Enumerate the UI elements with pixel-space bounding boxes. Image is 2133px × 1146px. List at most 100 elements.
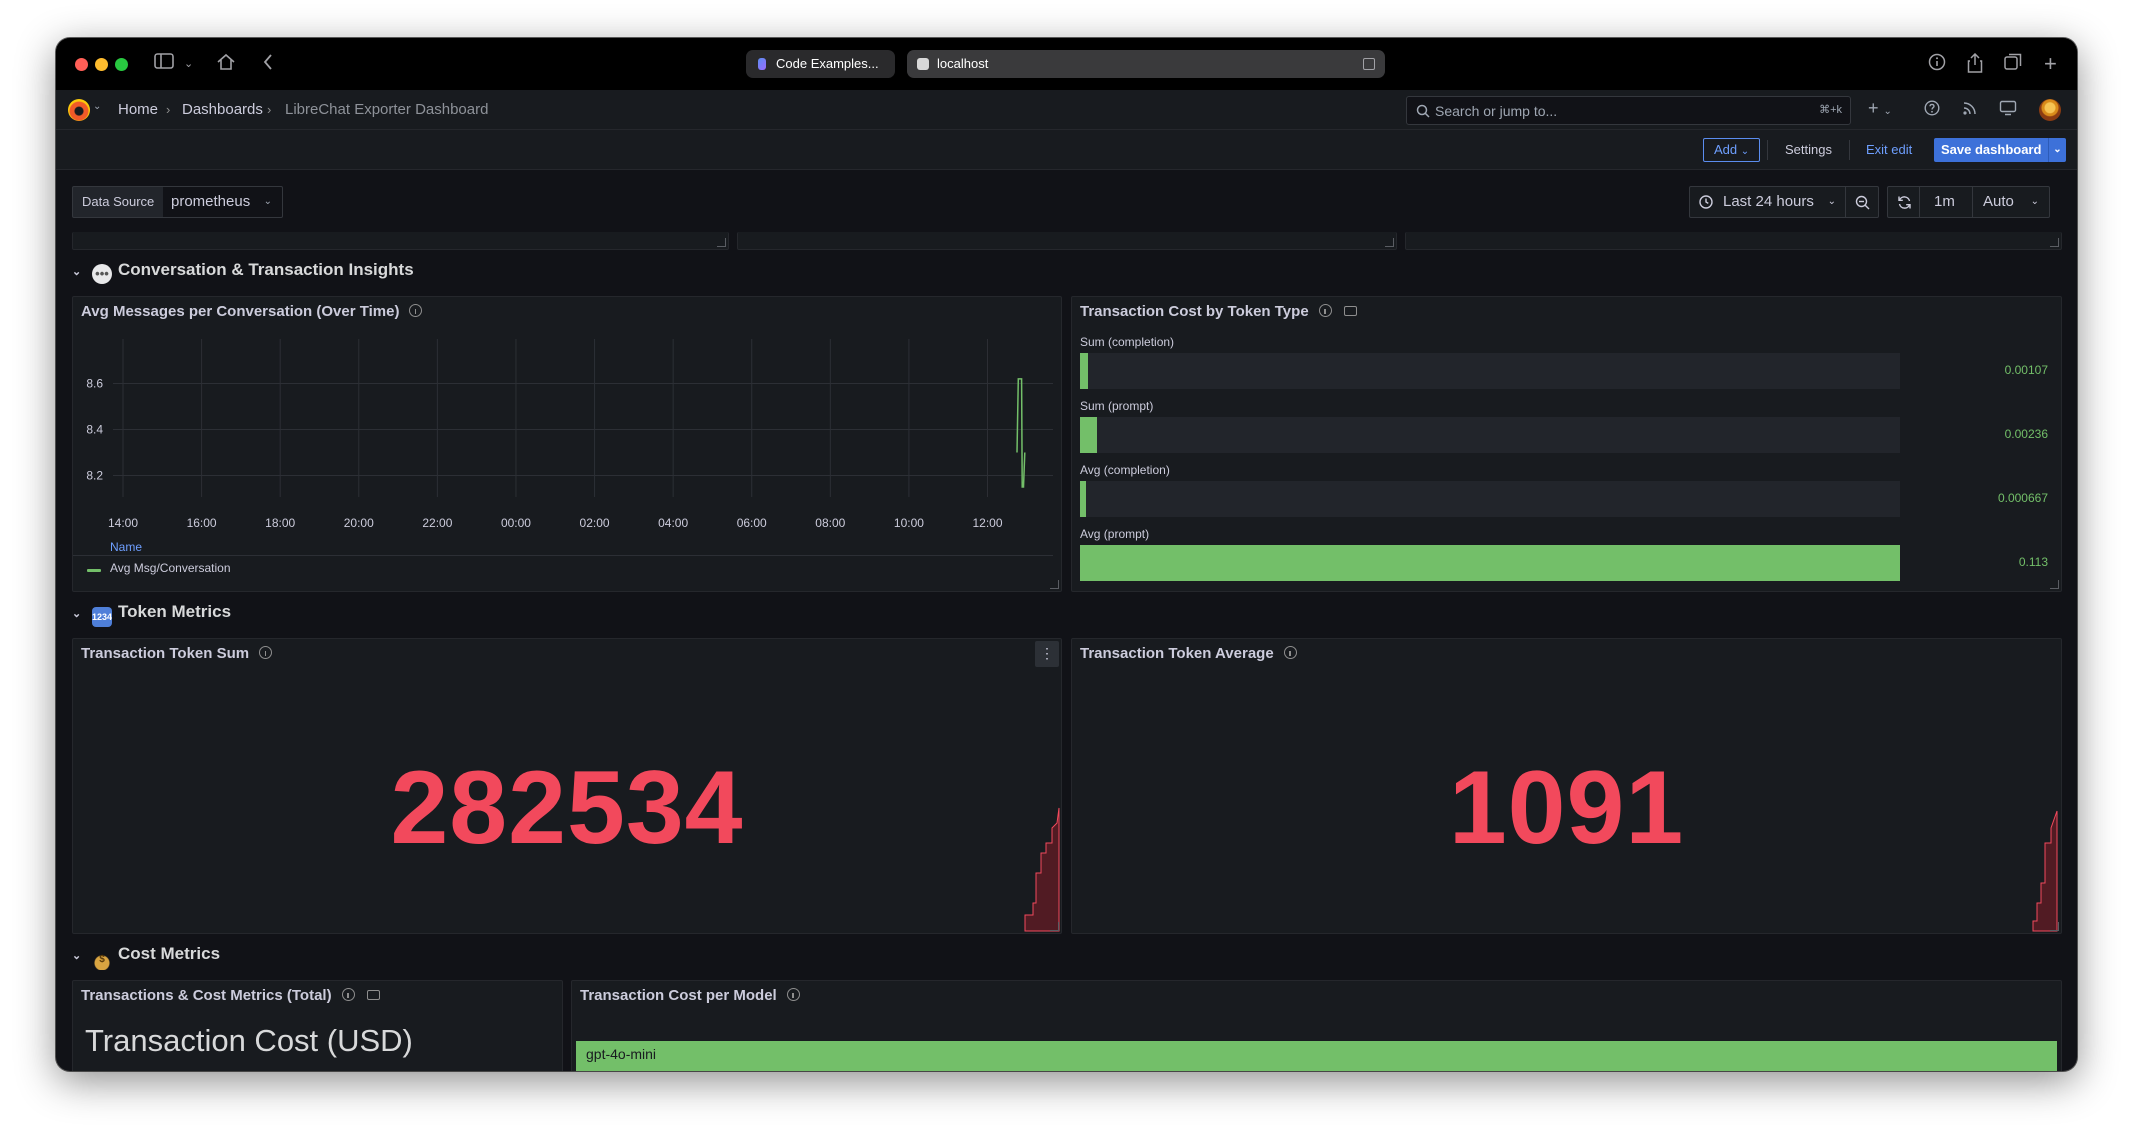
panel-partial bbox=[737, 232, 1397, 250]
x-tick-label: 02:00 bbox=[580, 516, 610, 530]
exit-edit-button[interactable]: Exit edit bbox=[1866, 138, 1912, 162]
grafana-logo-icon[interactable] bbox=[68, 99, 90, 121]
chevron-down-icon[interactable]: ⌄ bbox=[72, 258, 84, 286]
tab-overview-icon[interactable] bbox=[2004, 53, 2022, 75]
zoom-out-icon bbox=[1855, 195, 1870, 210]
chevron-down-icon: ⌄ bbox=[263, 196, 272, 207]
cost-bars-chart: Sum (completion) 0.00107 Sum (prompt) 0.002… bbox=[1072, 297, 2062, 593]
resize-handle[interactable] bbox=[2050, 580, 2059, 589]
toolbar-divider bbox=[1767, 140, 1768, 160]
back-icon[interactable] bbox=[262, 53, 274, 75]
x-tick-label: 14:00 bbox=[108, 516, 138, 530]
info-icon[interactable] bbox=[786, 988, 800, 1001]
new-tab-icon[interactable]: + bbox=[2044, 53, 2057, 75]
share-icon[interactable] bbox=[1967, 53, 1983, 75]
y-tick-label: 8.2 bbox=[86, 469, 103, 483]
speech-bubble-icon: ••• bbox=[92, 264, 112, 284]
info-icon[interactable] bbox=[1283, 646, 1297, 659]
resize-handle[interactable] bbox=[2050, 922, 2059, 931]
home-icon[interactable] bbox=[216, 53, 236, 75]
bar-track: gpt-4o-mini bbox=[576, 1041, 2057, 1071]
news-feed-icon[interactable] bbox=[1962, 100, 1978, 122]
minimize-window-button[interactable] bbox=[95, 58, 108, 71]
user-avatar[interactable] bbox=[2039, 99, 2061, 121]
add-button[interactable]: Add ⌄ bbox=[1703, 138, 1761, 162]
panel-menu-button[interactable]: ⋮ bbox=[1035, 641, 1059, 667]
row-header-cost[interactable]: ⌄ $ Cost Metrics bbox=[72, 940, 220, 970]
resize-handle[interactable] bbox=[1050, 922, 1059, 931]
chevron-down-icon[interactable]: ⌄ bbox=[72, 942, 84, 970]
row-header-conversation[interactable]: ⌄ ••• Conversation & Transaction Insights bbox=[72, 256, 414, 284]
breadcrumb-dashboards[interactable]: Dashboards bbox=[182, 90, 263, 130]
panel-token-average: Transaction Token Average 1091 bbox=[1071, 638, 2062, 934]
bar bbox=[1080, 481, 1086, 517]
tab-favicon-icon bbox=[917, 58, 929, 70]
tab-code-examples[interactable]: Code Examples... bbox=[746, 50, 895, 78]
chevron-down-icon[interactable]: ⌄ bbox=[93, 101, 101, 112]
sparkline bbox=[1024, 807, 1060, 932]
info-icon[interactable] bbox=[259, 646, 273, 659]
legend-header[interactable]: Name bbox=[110, 540, 142, 554]
data-source-select[interactable]: prometheus ⌄ bbox=[163, 186, 283, 218]
bar-category-label: Avg (completion) bbox=[1080, 463, 1170, 477]
bar-track bbox=[1080, 353, 1900, 389]
x-tick-label: 18:00 bbox=[265, 516, 295, 530]
chevron-down-icon[interactable]: ⌄ bbox=[2048, 138, 2066, 162]
chevron-down-icon[interactable]: ⌄ bbox=[72, 600, 84, 628]
chevron-down-icon[interactable]: ⌄ bbox=[184, 53, 193, 75]
refresh-interval-picker[interactable]: 1m Auto ⌄ bbox=[1920, 186, 2050, 218]
chevron-down-icon: ⌄ bbox=[2030, 196, 2039, 207]
breadcrumb-current: LibreChat Exporter Dashboard bbox=[285, 101, 489, 118]
save-dashboard-button[interactable]: Save dashboard ⌄ bbox=[1934, 138, 2066, 162]
settings-button[interactable]: Settings bbox=[1785, 138, 1832, 162]
library-panel-icon[interactable] bbox=[366, 990, 380, 1000]
legend: Avg Msg/Conversation bbox=[73, 555, 1053, 583]
series-line bbox=[1016, 378, 1026, 488]
kiosk-mode-icon[interactable] bbox=[1999, 100, 2017, 122]
breadcrumb-separator: › bbox=[267, 102, 272, 117]
sidebar-toggle-icon[interactable] bbox=[154, 53, 174, 75]
close-window-button[interactable] bbox=[75, 58, 88, 71]
stat-value: 282534 bbox=[390, 750, 744, 866]
panel-title: Transaction Cost per Model bbox=[580, 987, 777, 1004]
refresh-button[interactable] bbox=[1887, 186, 1920, 218]
breadcrumb-home[interactable]: Home bbox=[118, 90, 158, 130]
x-tick-label: 00:00 bbox=[501, 516, 531, 530]
search-input[interactable] bbox=[1435, 97, 1785, 124]
panel-avg-messages: Avg Messages per Conversation (Over Time… bbox=[72, 296, 1062, 592]
bar bbox=[1080, 353, 1088, 389]
zoom-window-button[interactable] bbox=[115, 58, 128, 71]
panel-title: Avg Messages per Conversation (Over Time… bbox=[81, 303, 400, 320]
bar-category-label: Sum (completion) bbox=[1080, 335, 1175, 349]
bar-category-label: Sum (prompt) bbox=[1080, 399, 1154, 413]
bar bbox=[1080, 545, 1900, 581]
legend-swatch bbox=[87, 569, 101, 572]
bar-label: gpt-4o-mini bbox=[586, 1046, 657, 1062]
info-icon[interactable] bbox=[341, 988, 355, 1001]
info-icon[interactable] bbox=[409, 304, 423, 317]
bar-track bbox=[1080, 417, 1900, 453]
tab-favicon-icon bbox=[758, 58, 766, 70]
add-new-icon[interactable]: + ⌄ bbox=[1868, 98, 1892, 122]
bar-category-label: Avg (prompt) bbox=[1080, 527, 1150, 541]
panel-cost-by-token-type: Transaction Cost by Token Type Sum (comp… bbox=[1071, 296, 2062, 592]
search-shortcut: ⌘+k bbox=[1819, 104, 1842, 116]
toolbar-divider bbox=[1849, 140, 1850, 160]
time-range-picker[interactable]: Last 24 hours ⌄ bbox=[1689, 186, 1846, 218]
legend-item[interactable]: Avg Msg/Conversation bbox=[110, 561, 231, 575]
resize-handle[interactable] bbox=[2050, 238, 2059, 247]
panel-partial bbox=[72, 232, 729, 250]
help-icon[interactable] bbox=[1924, 100, 1940, 122]
resize-handle[interactable] bbox=[1050, 580, 1059, 589]
chevron-down-icon: ⌄ bbox=[1827, 196, 1836, 207]
zoom-out-button[interactable] bbox=[1846, 186, 1879, 218]
breadcrumb-separator: › bbox=[166, 102, 171, 117]
row-header-token[interactable]: ⌄ 1234 Token Metrics bbox=[72, 598, 231, 628]
info-icon[interactable] bbox=[1928, 53, 1946, 75]
reader-mode-icon[interactable] bbox=[1363, 58, 1375, 70]
search-box[interactable]: ⌘+k bbox=[1406, 96, 1851, 125]
resize-handle[interactable] bbox=[1385, 238, 1394, 247]
resize-handle[interactable] bbox=[717, 238, 726, 247]
y-tick-label: 8.6 bbox=[86, 377, 103, 391]
tab-localhost[interactable]: localhost bbox=[907, 50, 1385, 78]
